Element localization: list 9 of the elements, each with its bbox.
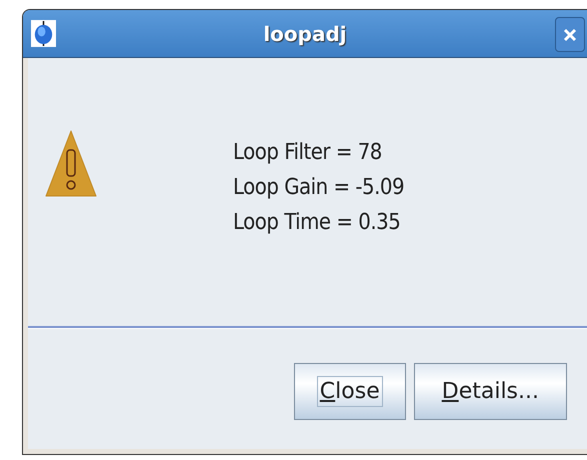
message-text: Loop Time = 0.35: [233, 209, 402, 237]
warning-icon: [45, 130, 97, 198]
message-text: Loop Filter = 78: [233, 139, 383, 167]
close-icon[interactable]: [555, 17, 585, 52]
window-title: loopadj: [262, 22, 348, 46]
dialog-button[interactable]: Close: [294, 363, 406, 420]
message-text: Loop Gain = -5.09: [233, 174, 404, 202]
app-icon: [31, 17, 56, 50]
dialog-button[interactable]: Details...: [414, 363, 567, 420]
